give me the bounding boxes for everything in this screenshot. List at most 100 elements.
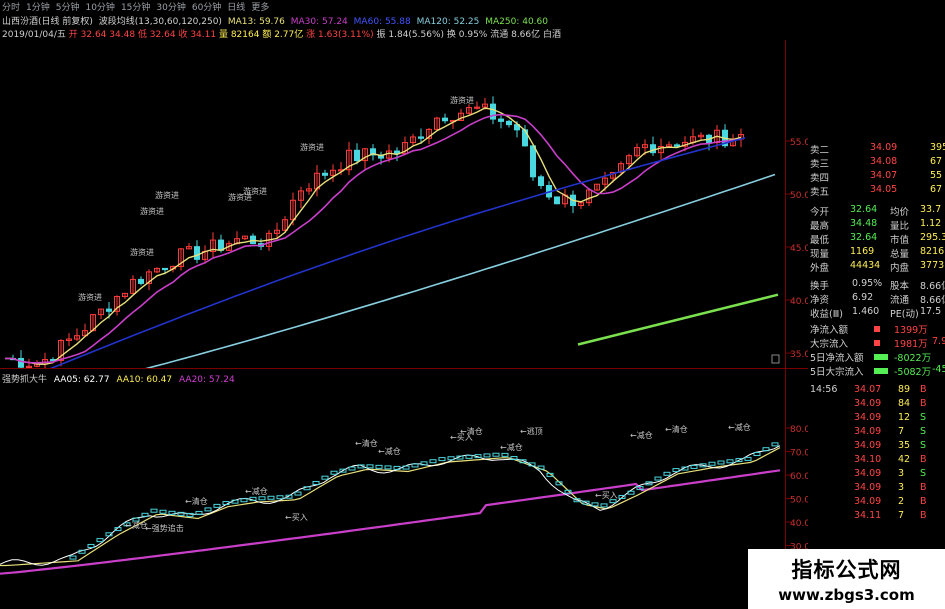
ask-volume: 55 xyxy=(930,170,943,181)
ma120-line xyxy=(145,173,776,368)
volume-value: 量 82164 xyxy=(218,30,260,40)
watermark-title: 指标公式网 xyxy=(791,558,902,582)
tick-price: 34.09 xyxy=(854,412,882,423)
tick-direction: B xyxy=(920,510,927,521)
stat-value: 33.7 xyxy=(920,204,942,215)
tick-time-row: 14:56 34.07 89 B xyxy=(808,384,945,398)
indicator-tick-label: 60.00 xyxy=(790,472,808,482)
ask-volume: 395 xyxy=(930,142,945,153)
candle xyxy=(418,136,424,139)
stat-label: 最高 xyxy=(810,221,830,232)
step-marker xyxy=(492,452,500,457)
step-marker xyxy=(501,452,509,457)
candles: ←29.28 xyxy=(10,96,744,368)
step-marker xyxy=(204,507,212,512)
ma60-line xyxy=(49,137,746,368)
step-marker xyxy=(402,465,410,470)
stat-label: 内盘 xyxy=(890,263,910,274)
ma60-value: MA60: 55.88 xyxy=(353,17,411,27)
candle xyxy=(162,267,168,271)
step-marker xyxy=(330,470,338,475)
indicator-chart[interactable]: 80.0070.0060.0050.0040.0030.0020.00 ←减仓←… xyxy=(0,386,808,609)
ask-label: 卖五 xyxy=(810,187,830,198)
stat-label: 最低 xyxy=(810,235,830,246)
step-marker xyxy=(366,464,374,469)
indicator-annotation: ←清仓 xyxy=(665,424,688,434)
ask-row: 卖四 34.07 55 xyxy=(808,170,945,184)
tick-volume: 7 xyxy=(898,426,905,437)
period-tab-0[interactable]: 分时 xyxy=(2,0,20,13)
period-tab-3[interactable]: 10分钟 xyxy=(85,0,114,13)
period-tab-7[interactable]: 日线 xyxy=(227,0,245,13)
step-marker xyxy=(168,510,176,515)
step-marker xyxy=(195,510,203,515)
step-marker xyxy=(726,459,734,464)
stat-value: 44434 xyxy=(850,260,881,271)
candlestick-chart[interactable]: 55.0050.0045.0040.0035.0030.00 ←29.28 游资… xyxy=(0,40,808,368)
date-label: 2019/01/04/五 xyxy=(2,30,66,40)
tick-direction: S xyxy=(920,426,927,437)
stock-title: 山西汾酒(日线 前复权) xyxy=(2,17,93,27)
candle xyxy=(554,196,560,205)
indicator-annotation: ←买入 xyxy=(450,433,473,442)
flow-bar xyxy=(874,368,888,374)
stat-label: 市值 xyxy=(890,235,910,246)
period-tab-1[interactable]: 1分钟 xyxy=(26,0,50,13)
step-marker xyxy=(69,555,77,560)
step-marker xyxy=(717,460,725,465)
tick-price: 34.09 xyxy=(854,468,882,479)
price-tick-label: 40.00 xyxy=(790,297,808,307)
flow-label: 净流入额 xyxy=(810,325,849,336)
ask-volume: 67 xyxy=(930,184,943,195)
period-tab-2[interactable]: 5分钟 xyxy=(56,0,80,13)
step-marker xyxy=(150,508,158,513)
main-annotations: 游资进游资进游资进游资进 游资进游资进游资进游资进 xyxy=(78,95,474,302)
ask-row: 卖三 34.08 67 xyxy=(808,156,945,170)
tick-direction: B xyxy=(920,398,927,409)
tick-price: 34.09 xyxy=(854,426,882,437)
period-tab-4[interactable]: 15分钟 xyxy=(121,0,150,13)
scroll-handle[interactable] xyxy=(771,354,780,364)
stat-label: 股本 xyxy=(890,281,910,292)
tick-row: 34.09 12 S xyxy=(808,412,945,426)
period-tab-5[interactable]: 30分钟 xyxy=(156,0,185,13)
indicator-name[interactable]: 波段均线(13,30,60,120,250) xyxy=(99,17,222,27)
stat-label: 换手 xyxy=(810,281,830,292)
tick-row: 34.09 7 S xyxy=(808,426,945,440)
main-annotation: 游资进 xyxy=(140,206,164,216)
pane-separator xyxy=(0,368,808,369)
indicator-title[interactable]: 强势抓大牛 xyxy=(2,375,47,385)
step-marker xyxy=(708,461,716,466)
step-marker xyxy=(744,456,752,461)
candle xyxy=(498,118,504,122)
ask-price: 34.09 xyxy=(870,142,898,153)
quote-stat-row: 收益(Ⅲ) 1.460 PE(动) 17.5 xyxy=(808,306,945,320)
price-tick-label: 45.00 xyxy=(790,244,808,254)
aa05-line xyxy=(0,445,781,566)
stat-value: 17.5 xyxy=(920,306,942,317)
step-marker xyxy=(96,538,104,543)
step-marker xyxy=(447,456,455,461)
tick-direction: B xyxy=(920,454,927,465)
tick-volume: 3 xyxy=(898,468,905,479)
stat-value: 6.92 xyxy=(852,292,874,303)
tick-volume: 3 xyxy=(898,482,905,493)
period-toolbar: 分时 1分钟 5分钟 10分钟 15分钟 30分钟 60分钟 日线 更多 xyxy=(0,0,945,13)
main-annotation: 游资进 xyxy=(300,142,324,152)
step-marker xyxy=(762,447,770,452)
tick-row: 34.09 3 S xyxy=(808,468,945,482)
ask-row: 卖二 34.09 395 xyxy=(808,142,945,156)
tick-volume: 89 xyxy=(898,384,911,395)
flow-label: 大宗流入 xyxy=(810,339,849,350)
step-marker xyxy=(771,442,779,447)
price-tick-label: 35.00 xyxy=(790,350,808,360)
step-marker xyxy=(321,475,329,480)
period-tab-6[interactable]: 60分钟 xyxy=(192,0,221,13)
step-marker xyxy=(465,454,473,459)
step-marker xyxy=(141,512,149,517)
stat-label: 今开 xyxy=(810,207,830,218)
period-tab-8[interactable]: 更多 xyxy=(251,0,269,13)
flow-extra: -45 xyxy=(932,364,945,375)
ask-label: 卖三 xyxy=(810,159,830,170)
flow-label: 5日大宗流入 xyxy=(810,367,864,378)
